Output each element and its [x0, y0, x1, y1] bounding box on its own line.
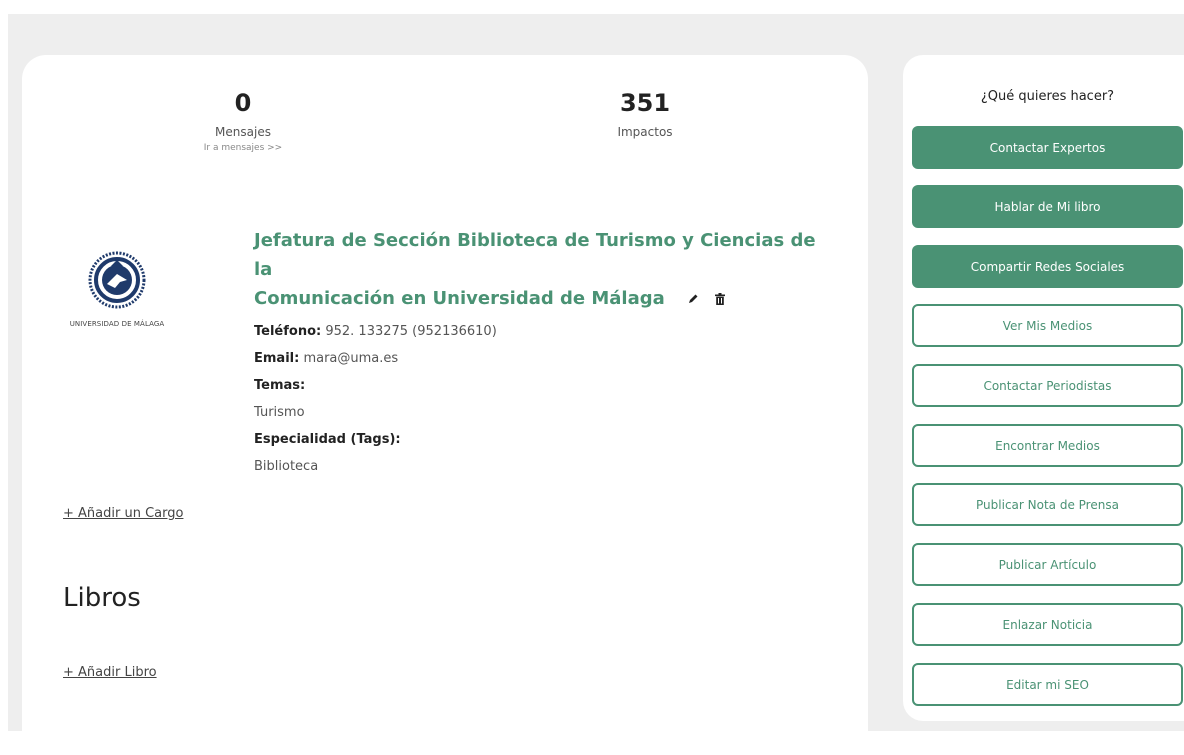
go-to-messages-link[interactable]: Ir a mensajes >> — [143, 143, 343, 153]
email-label: Email: — [254, 350, 300, 366]
position-title-line1: Jefatura de Sección Biblioteca de Turism… — [254, 230, 816, 280]
edit-seo-button[interactable]: Editar mi SEO — [912, 663, 1183, 706]
logo-caption: UNIVERSIDAD DE MÁLAGA — [69, 320, 165, 328]
profile-info: Jefatura de Sección Biblioteca de Turism… — [254, 226, 834, 480]
contact-experts-button[interactable]: Contactar Expertos — [912, 126, 1183, 169]
impacts-label: Impactos — [617, 125, 673, 139]
impacts-count: 351 — [619, 89, 671, 117]
find-media-button[interactable]: Encontrar Medios — [912, 424, 1183, 467]
phone-label: Teléfono: — [254, 323, 322, 339]
phone-value: 952. 133275 (952136610) — [325, 323, 497, 339]
university-logo: UNIVERSIDAD DE MÁLAGA — [60, 250, 174, 328]
email-value: mara@uma.es — [303, 350, 399, 366]
messages-label: Mensajes — [215, 125, 271, 139]
pencil-icon[interactable] — [687, 285, 699, 314]
position-title: Jefatura de Sección Biblioteca de Turism… — [254, 226, 834, 314]
add-position-link[interactable]: + Añadir un Cargo — [63, 506, 183, 521]
add-book-link[interactable]: + Añadir Libro — [63, 665, 157, 680]
university-seal-icon — [88, 251, 146, 309]
share-social-button[interactable]: Compartir Redes Sociales — [912, 245, 1183, 288]
phone-row: Teléfono: 952. 133275 (952136610) — [254, 318, 834, 345]
contact-journalists-button[interactable]: Contactar Periodistas — [912, 364, 1183, 407]
link-news-button[interactable]: Enlazar Noticia — [912, 603, 1183, 646]
topics-label: Temas: — [254, 377, 306, 393]
publish-press-release-button[interactable]: Publicar Nota de Prensa — [912, 483, 1183, 526]
impacts-stat: 351 Impactos — [545, 89, 745, 139]
tags-value: Biblioteca — [254, 458, 319, 474]
tags-label-row: Especialidad (Tags): — [254, 426, 834, 453]
books-heading: Libros — [63, 583, 141, 613]
position-title-line2: Comunicación en Universidad de Málaga — [254, 288, 665, 309]
view-my-media-button[interactable]: Ver Mis Medios — [912, 304, 1183, 347]
talk-about-book-button[interactable]: Hablar de Mi libro — [912, 185, 1183, 228]
topics-label-row: Temas: — [254, 372, 834, 399]
trash-icon[interactable] — [715, 285, 726, 314]
tags-label: Especialidad (Tags): — [254, 431, 401, 447]
email-row: Email: mara@uma.es — [254, 345, 834, 372]
topics-value: Turismo — [254, 404, 305, 420]
messages-stat: 0 Mensajes Ir a mensajes >> — [143, 89, 343, 153]
publish-article-button[interactable]: Publicar Artículo — [912, 543, 1183, 586]
sidebar-title: ¿Qué quieres hacer? — [980, 89, 1115, 104]
messages-count: 0 — [234, 89, 252, 117]
